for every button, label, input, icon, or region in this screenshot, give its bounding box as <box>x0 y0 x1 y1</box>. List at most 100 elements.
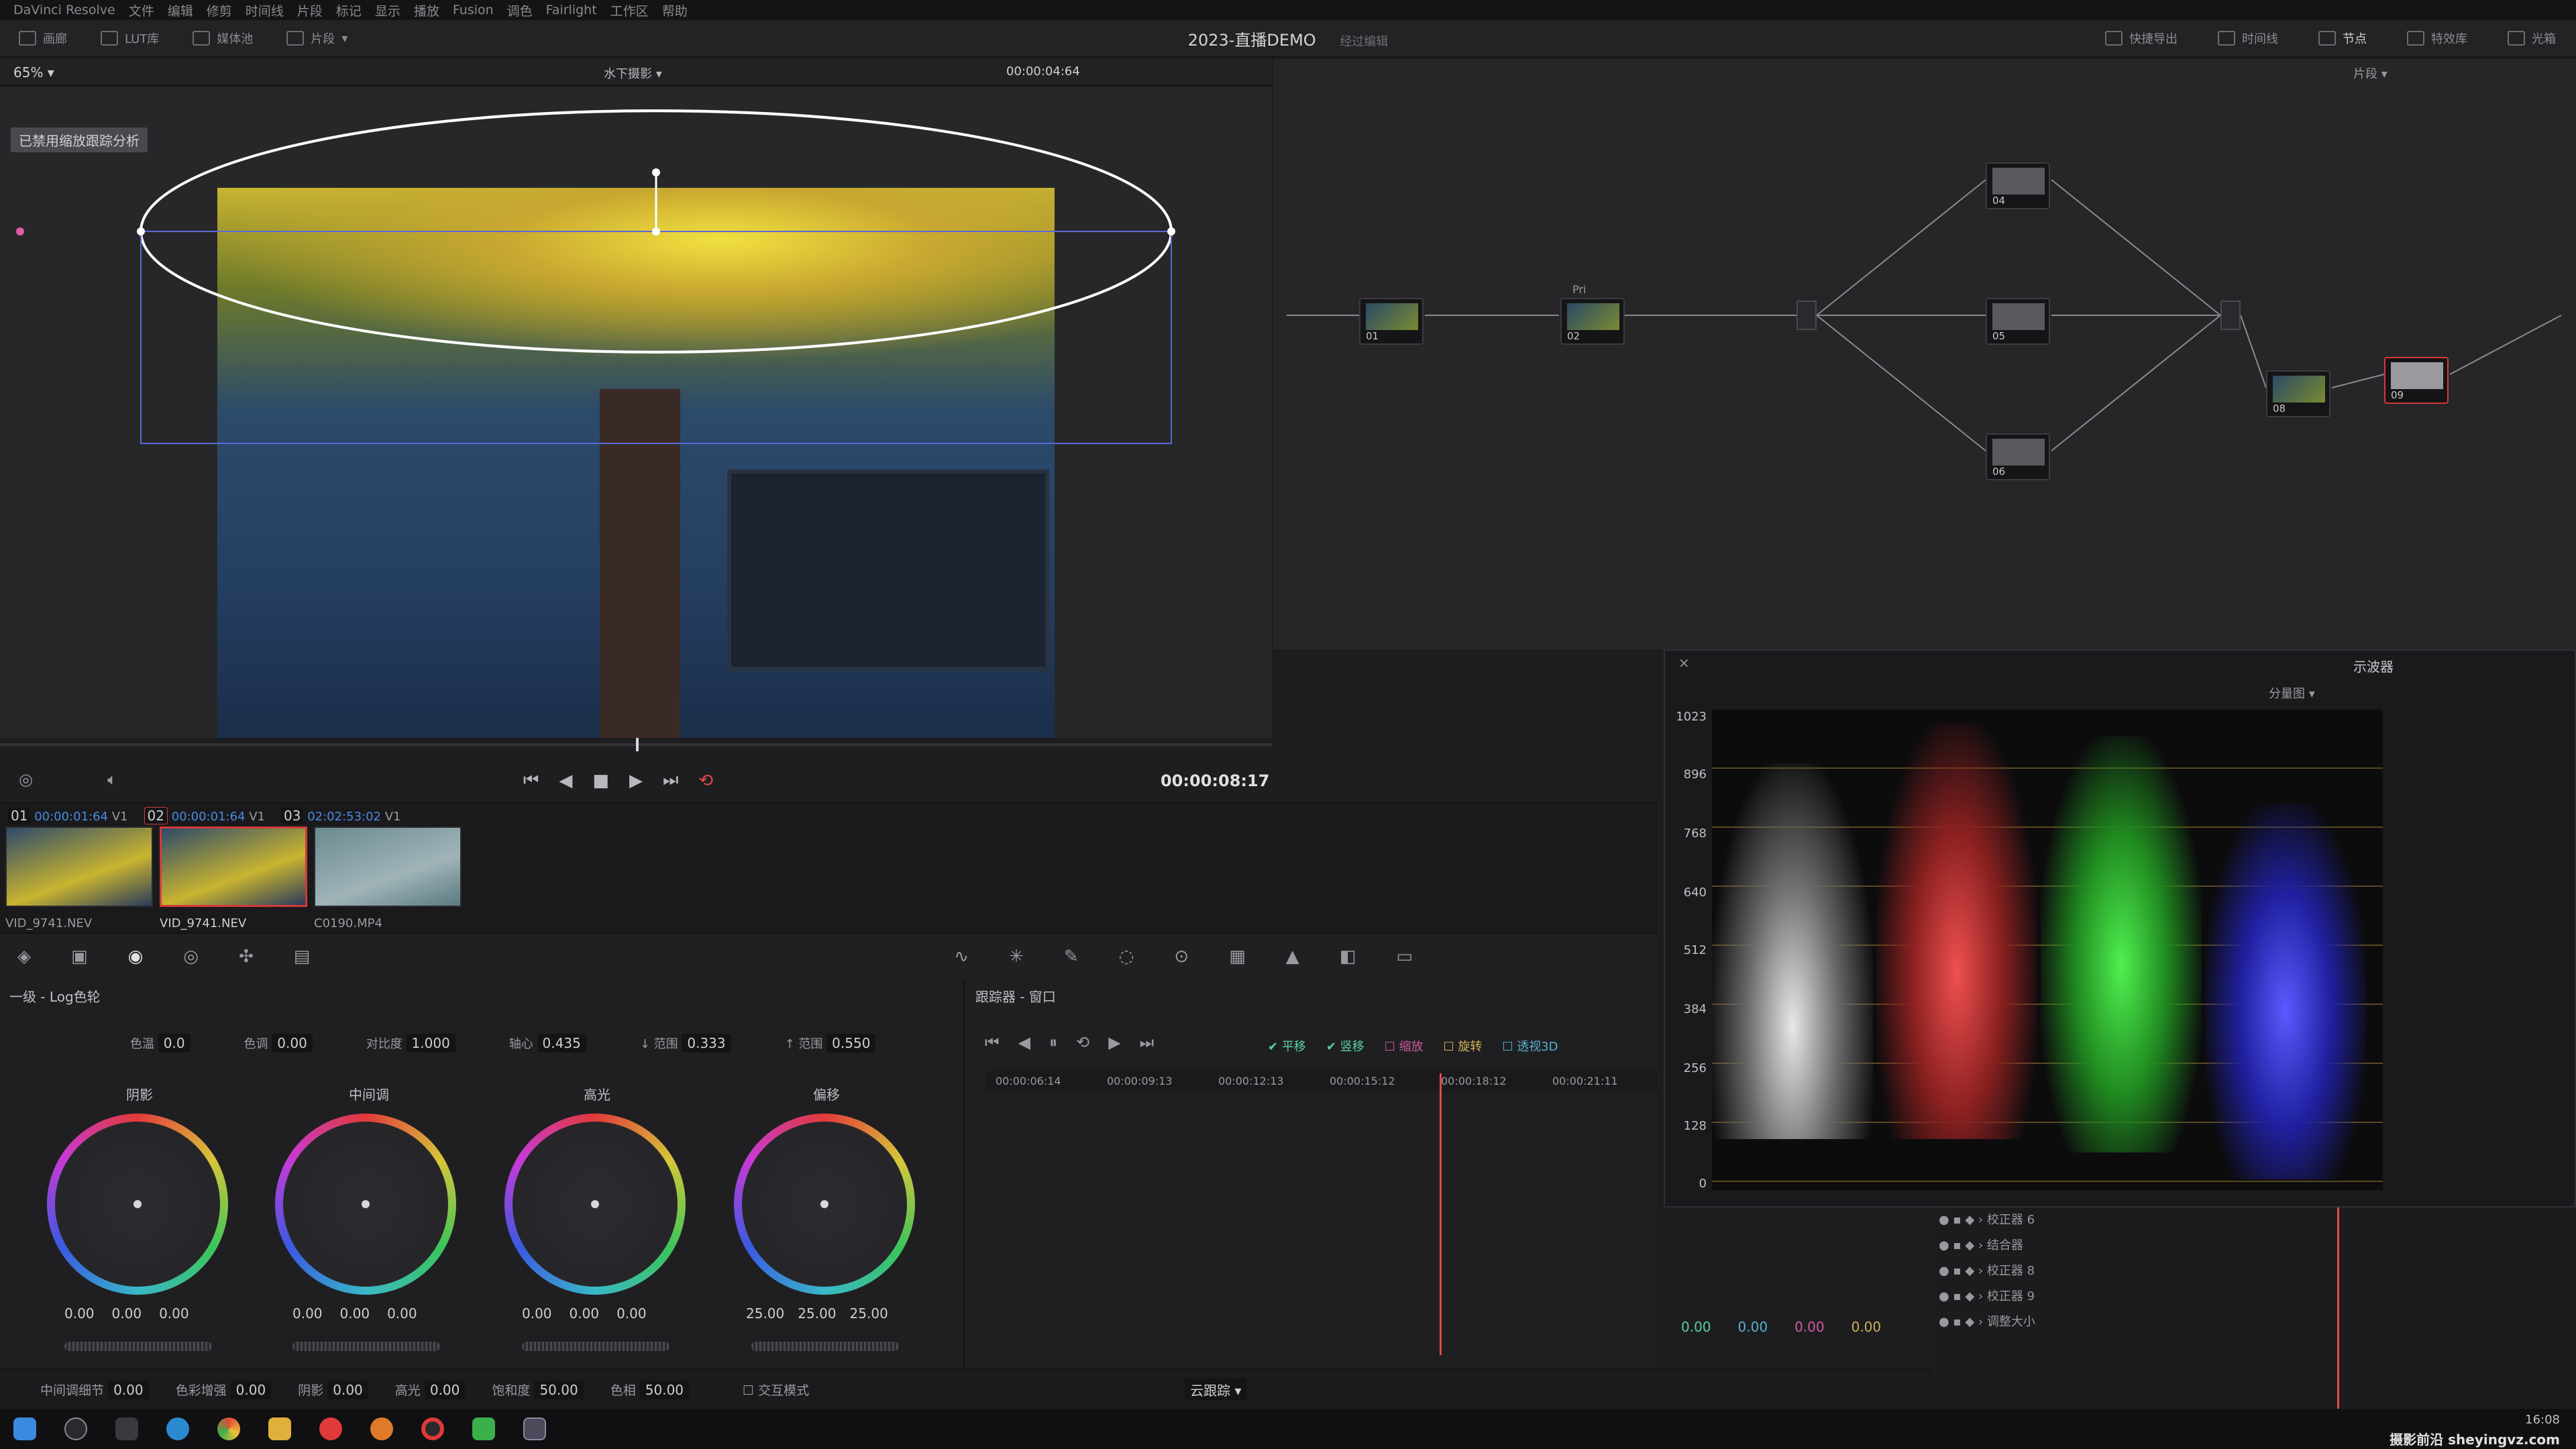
task-view-icon[interactable] <box>115 1417 138 1440</box>
layer-item[interactable]: ● ▪ ◆ › 调整大小 <box>1939 1309 2035 1335</box>
menu-item-4[interactable]: 时间线 <box>246 1 284 19</box>
window-icon[interactable]: ◌ <box>1119 947 1134 967</box>
curves-icon[interactable]: ∿ <box>954 947 969 967</box>
menu-item-12[interactable]: 工作区 <box>610 1 649 19</box>
track-pause-icon[interactable]: ⏸ <box>1049 1033 1057 1052</box>
value-b[interactable]: 0.00 <box>387 1305 417 1322</box>
param-field[interactable]: 0.333 <box>682 1034 731 1053</box>
track-back-icon[interactable]: ◀ <box>1018 1033 1030 1052</box>
menu-item-13[interactable]: 帮助 <box>662 1 688 19</box>
cloud-tracker-select[interactable]: 云跟踪 ▾ <box>1185 1378 1247 1401</box>
scope-mode-select[interactable]: 分量图 ▾ <box>2269 684 2315 702</box>
parallel-mixer-in[interactable] <box>1796 301 1817 330</box>
wechat-icon[interactable] <box>472 1417 495 1440</box>
layer-item[interactable]: ● ▪ ◆ › 校正器 6 <box>1939 1208 2035 1233</box>
param-field[interactable]: 0.00 <box>272 1034 313 1053</box>
track-start-icon[interactable]: ⏮ <box>985 1033 1000 1052</box>
motion-effects-icon[interactable]: ▤ <box>294 947 311 967</box>
viewer-options-icon[interactable]: ◎ <box>19 770 33 789</box>
value-b[interactable]: 0.00 <box>159 1305 189 1322</box>
value-g[interactable]: 25.00 <box>798 1305 836 1322</box>
value-r[interactable]: 0.00 <box>522 1305 552 1322</box>
menu-item-5[interactable]: 片段 <box>297 1 323 19</box>
highlights-wheel[interactable] <box>504 1114 686 1295</box>
qualifier-icon[interactable]: ✎ <box>1064 947 1079 967</box>
key-icon[interactable]: ◧ <box>1340 947 1356 967</box>
node-08[interactable]: 08 <box>2266 370 2330 417</box>
node-05[interactable]: 05 <box>1986 298 2050 345</box>
param-field[interactable]: 0.00 <box>230 1380 272 1399</box>
chrome-icon[interactable] <box>217 1417 240 1440</box>
power-window-overlay[interactable] <box>0 87 1272 738</box>
value-g[interactable]: 0.00 <box>340 1305 370 1322</box>
tracker-ruler[interactable]: 00:00:06:14 00:00:09:13 00:00:12:13 00:0… <box>986 1071 1657 1091</box>
check-rotate[interactable]: ☐ 旋转 <box>1443 1037 1482 1055</box>
warper-icon[interactable]: ✳ <box>1009 947 1024 967</box>
value-b[interactable]: 25.00 <box>850 1305 888 1322</box>
param-field[interactable]: 0.550 <box>826 1034 876 1053</box>
viewer-canvas[interactable]: 已禁用缩放跟踪分析 <box>0 87 1272 738</box>
param-field[interactable]: 0.00 <box>108 1380 149 1399</box>
menu-item-10[interactable]: 调色 <box>507 1 533 19</box>
check-zoom[interactable]: ☐ 缩放 <box>1385 1037 1424 1055</box>
magic-mask-icon[interactable]: ▦ <box>1229 947 1246 967</box>
play-icon[interactable]: ▶ <box>629 771 643 791</box>
volume-icon[interactable]: 🔈︎ <box>107 770 117 789</box>
param-field[interactable]: 0.0 <box>158 1034 191 1053</box>
close-icon[interactable]: × <box>1678 655 1690 671</box>
clip-thumbnail-1[interactable] <box>5 826 153 907</box>
wheel-puck[interactable] <box>591 1200 599 1208</box>
reverse-icon[interactable]: ◀ <box>559 771 572 791</box>
stop-icon[interactable]: ■ <box>592 771 609 791</box>
hdr-icon[interactable]: ◎ <box>183 947 199 967</box>
node-editor[interactable]: 片段 ▾ 01 Pri 02 04 05 06 08 09 <box>1273 59 2576 649</box>
menu-item-3[interactable]: 修剪 <box>207 1 232 19</box>
node-01[interactable]: 01 <box>1359 298 1424 345</box>
go-to-end-icon[interactable]: ⏭ <box>663 770 678 791</box>
param-field[interactable]: 0.435 <box>537 1034 586 1053</box>
param-field[interactable]: 50.00 <box>534 1380 584 1399</box>
menu-item-11[interactable]: Fairlight <box>546 3 597 17</box>
loop-icon[interactable]: ⟲ <box>698 771 713 791</box>
value-b[interactable]: 0.00 <box>616 1305 647 1322</box>
menu-item-0[interactable]: DaVinci Resolve <box>13 3 115 17</box>
node-06[interactable]: 06 <box>1986 433 2050 480</box>
shadows-wheel[interactable] <box>47 1114 228 1295</box>
check-pan[interactable]: ✔ 平移 <box>1268 1037 1306 1055</box>
menu-item-7[interactable]: 显示 <box>375 1 400 19</box>
menu-item-6[interactable]: 标记 <box>336 1 362 19</box>
param-field[interactable]: 1.000 <box>406 1034 455 1053</box>
go-to-start-icon[interactable]: ⏮ <box>523 770 539 791</box>
clip-thumbnail-2[interactable] <box>160 826 307 907</box>
midtones-wheel[interactable] <box>275 1114 456 1295</box>
wheel-puck[interactable] <box>362 1200 370 1208</box>
netease-music-icon[interactable] <box>319 1417 342 1440</box>
recorder-icon[interactable] <box>421 1417 444 1440</box>
wheel-puck[interactable] <box>820 1200 828 1208</box>
midtones-master-slider[interactable] <box>292 1342 440 1351</box>
value-r[interactable]: 0.00 <box>64 1305 95 1322</box>
windows-start-icon[interactable] <box>13 1417 36 1440</box>
node-02[interactable]: 02 <box>1560 298 1625 345</box>
track-end-icon[interactable]: ⏭ <box>1140 1033 1155 1052</box>
param-field[interactable]: 0.00 <box>424 1380 466 1399</box>
wheel-puck[interactable] <box>133 1200 142 1208</box>
param-field[interactable]: 50.00 <box>639 1380 690 1399</box>
clip-thumbnail-3[interactable] <box>314 826 462 907</box>
sizing-icon[interactable]: ▭ <box>1396 947 1413 967</box>
value-r[interactable]: 25.00 <box>746 1305 784 1322</box>
value-g[interactable]: 0.00 <box>570 1305 600 1322</box>
layer-item[interactable]: ● ▪ ◆ › 校正器 8 <box>1939 1258 2035 1284</box>
value-r[interactable]: 0.00 <box>292 1305 323 1322</box>
file-explorer-icon[interactable] <box>268 1417 291 1440</box>
zoom-select[interactable]: 65% ▾ <box>8 63 60 82</box>
search-icon[interactable] <box>64 1417 87 1440</box>
node-04[interactable]: 04 <box>1986 162 2050 209</box>
menu-item-2[interactable]: 编辑 <box>168 1 193 19</box>
layer-item[interactable]: ● ▪ ◆ › 校正器 9 <box>1939 1284 2035 1309</box>
color-wheels-icon[interactable]: ◉ <box>128 947 144 967</box>
scrubber-handle[interactable] <box>636 738 639 751</box>
offset-master-slider[interactable] <box>751 1342 899 1351</box>
offset-wheel[interactable] <box>734 1114 915 1295</box>
blur-icon[interactable]: ▲ <box>1286 947 1299 967</box>
